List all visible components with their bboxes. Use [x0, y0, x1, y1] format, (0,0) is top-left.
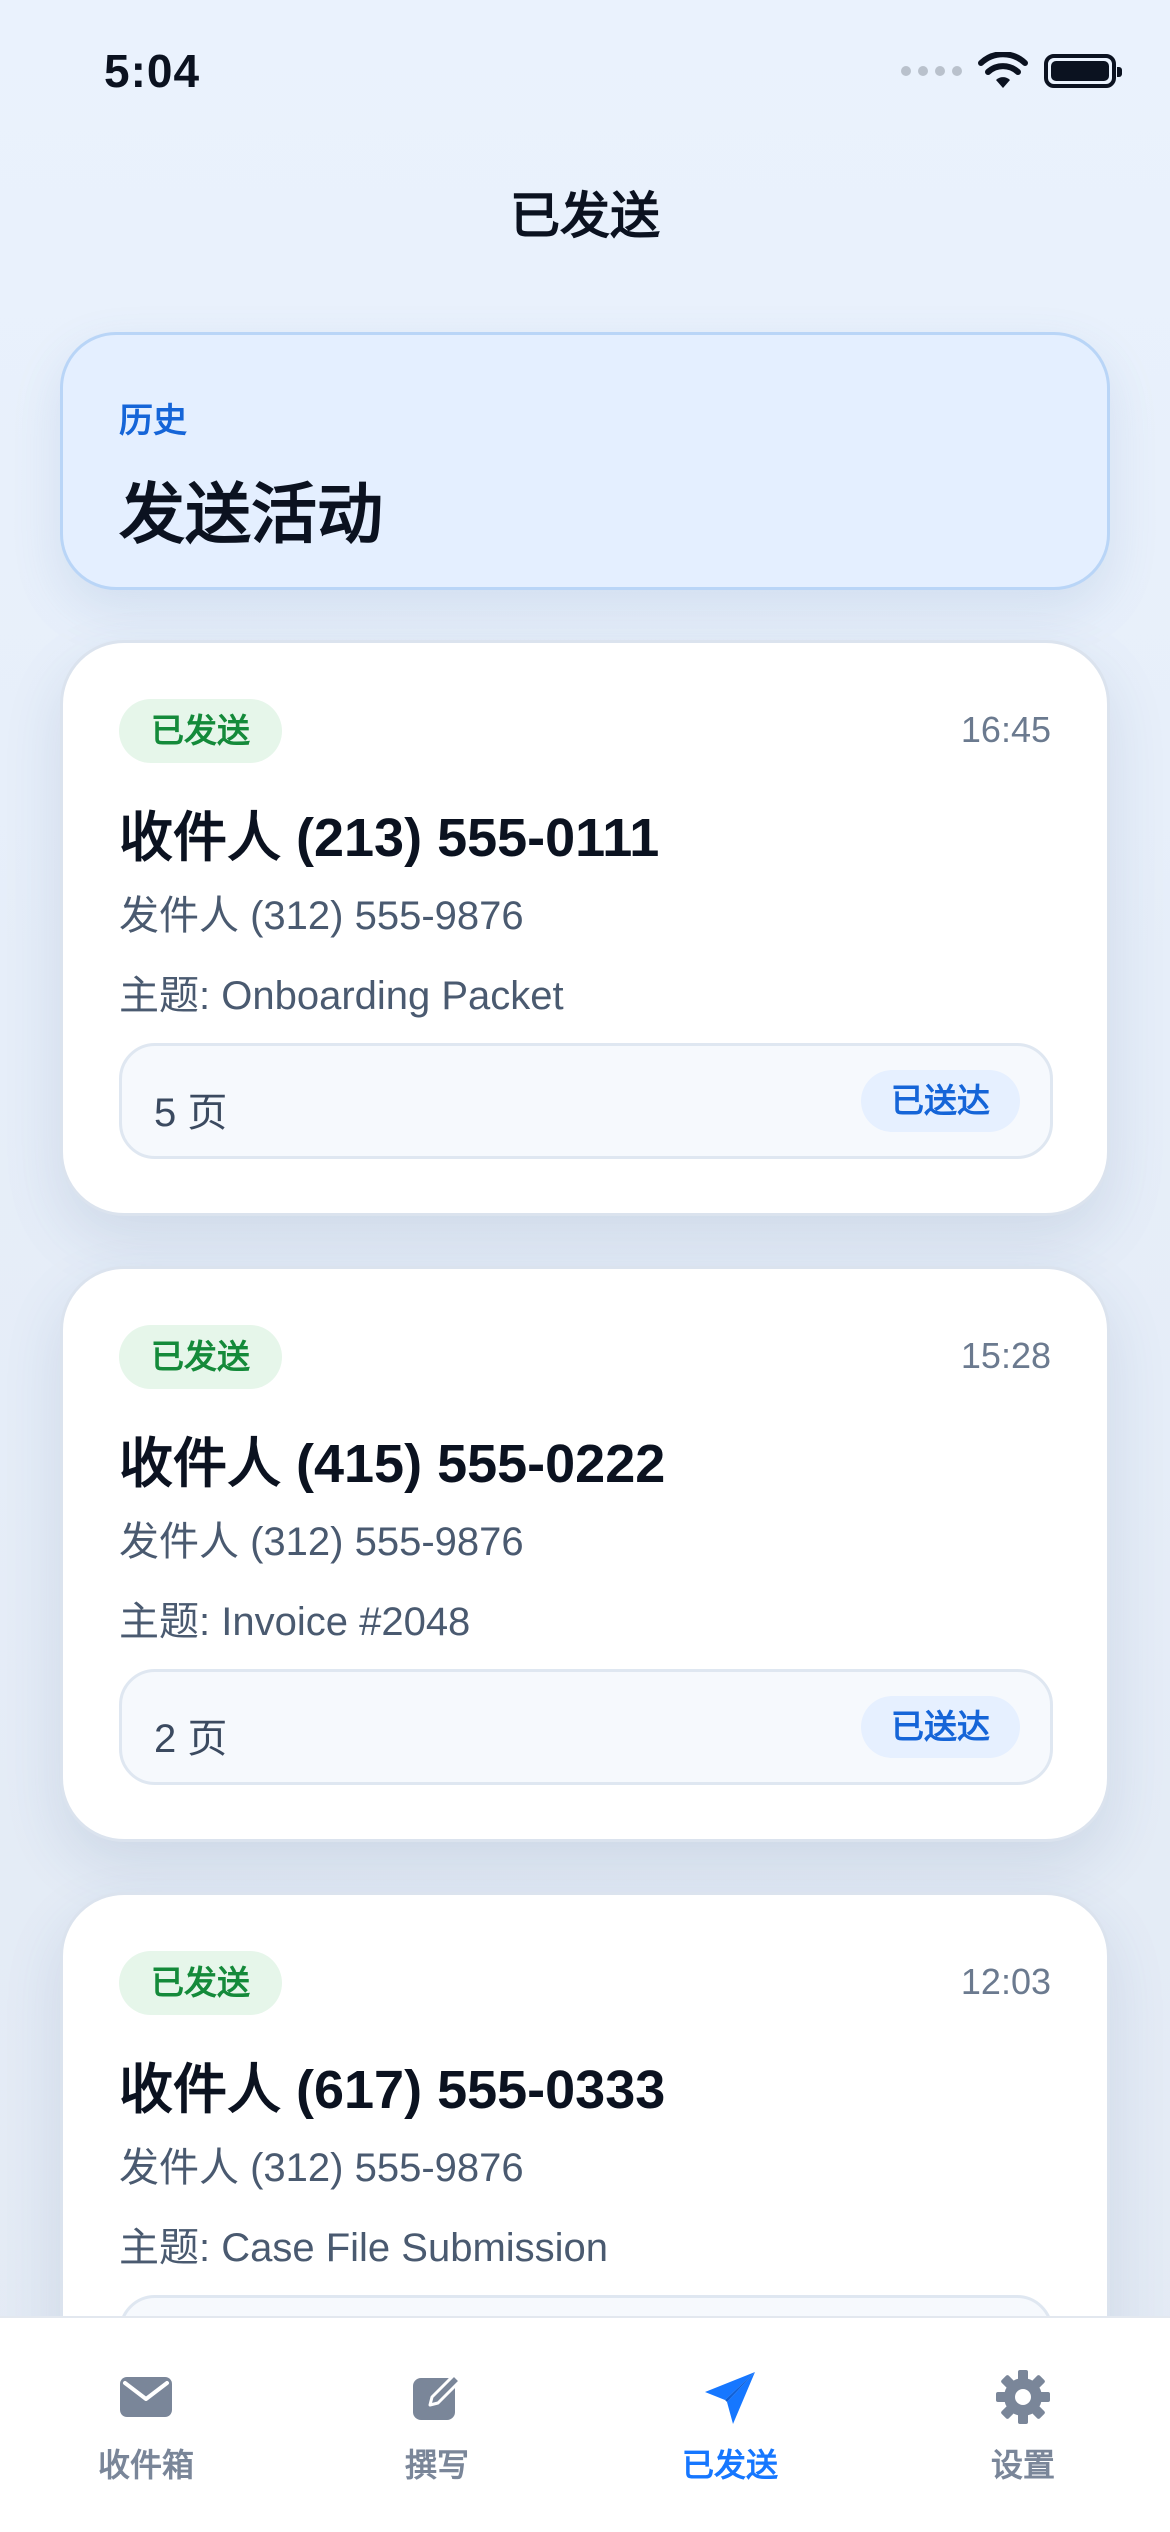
page-info-box: 5 页 已送达 [119, 1043, 1053, 1159]
tab-label: 设置 [990, 2447, 1055, 2483]
tab-label: 已发送 [681, 2447, 778, 2483]
fax-subject: 主题: Invoice #2048 [119, 1600, 471, 1644]
sender-number: 发件人 (312) 555-9876 [119, 1520, 524, 1564]
sent-time: 12:03 [960, 1961, 1051, 2002]
status-badge: 已发送 [119, 1325, 282, 1389]
status-badge: 已发送 [119, 699, 282, 763]
sender-number: 发件人 (312) 555-9876 [119, 894, 524, 938]
tab-compose[interactable]: 撰写 [337, 2368, 537, 2486]
sent-time: 15:28 [960, 1335, 1051, 1376]
tab-settings[interactable]: 设置 [923, 2368, 1123, 2486]
history-eyebrow: 历史 [119, 402, 187, 440]
status-bar: 5:04 [0, 0, 1170, 140]
page-title: 已发送 [510, 188, 660, 244]
delivery-status-badge: 已送达 [861, 1070, 1020, 1132]
tab-bar: 收件箱 撰写 已发送 设置 [0, 2316, 1170, 2532]
delivery-status-badge: 已送达 [861, 1696, 1020, 1758]
gear-icon [996, 2370, 1050, 2424]
tab-label: 收件箱 [97, 2447, 194, 2483]
sent-fax-card[interactable]: 已发送 15:28 收件人 (415) 555-0222 发件人 (312) 5… [60, 1266, 1110, 1842]
history-title: 发送活动 [119, 477, 383, 551]
status-time: 5:04 [104, 45, 201, 97]
tab-label: 撰写 [404, 2447, 469, 2483]
page-count: 5 页 [154, 1091, 228, 1135]
wifi-icon [978, 52, 1028, 88]
sent-fax-card[interactable]: 已发送 16:45 收件人 (213) 555-0111 发件人 (312) 5… [60, 640, 1110, 1216]
sent-screen: 5:04 已发送 历史 发送活动 已发送 16:45 收件人 (213) 555… [0, 0, 1170, 2532]
page-info-box: 2 页 已送达 [119, 1669, 1053, 1785]
fax-subject: 主题: Onboarding Packet [119, 974, 564, 1018]
sender-number: 发件人 (312) 555-9876 [119, 2146, 524, 2190]
tab-sent[interactable]: 已发送 [630, 2368, 830, 2486]
recipient-number: 收件人 (415) 555-0222 [119, 1434, 666, 1494]
status-badge: 已发送 [119, 1951, 282, 2015]
page-count: 2 页 [154, 1717, 228, 1761]
send-icon [705, 2372, 755, 2424]
compose-icon [413, 2373, 462, 2420]
tab-inbox[interactable]: 收件箱 [46, 2368, 246, 2486]
fax-subject: 主题: Case File Submission [119, 2226, 609, 2270]
mail-icon [120, 2377, 172, 2417]
status-icons [901, 52, 1122, 90]
recipient-number: 收件人 (213) 555-0111 [119, 808, 660, 868]
battery-icon [1044, 54, 1122, 88]
history-header-card: 历史 发送活动 [60, 332, 1110, 590]
recipient-number: 收件人 (617) 555-0333 [119, 2060, 666, 2120]
cellular-signal-icon [901, 66, 962, 76]
sent-time: 16:45 [960, 709, 1051, 750]
